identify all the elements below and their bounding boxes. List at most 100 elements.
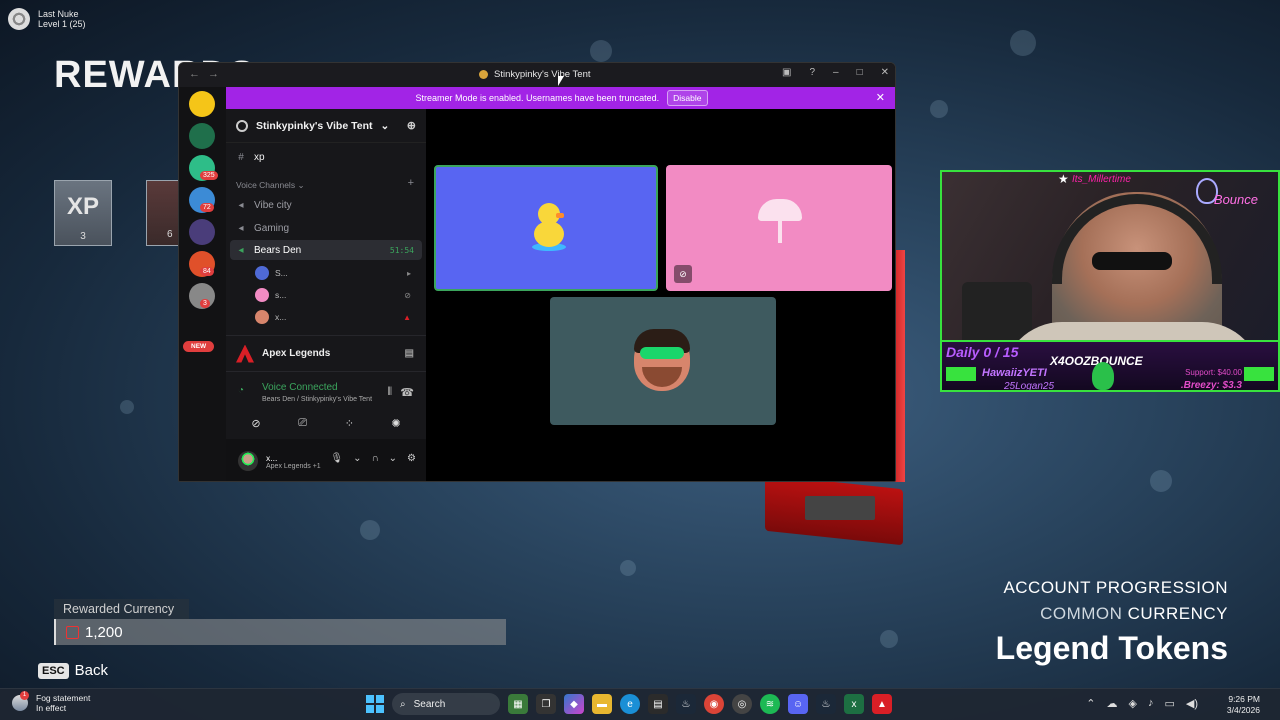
activity-panel[interactable]: Apex Legends ▤ [226, 335, 426, 371]
recent-follower-1: HawaiizYETI [982, 367, 1047, 379]
system-clock[interactable]: 9:26 PM 3/4/2026 [1227, 694, 1260, 716]
server-header[interactable]: Stinkypinky's Vibe Tent ⌄ ⊕ [226, 109, 426, 143]
voice-channel-gaming[interactable]: ◂ Gaming [226, 218, 426, 238]
frame-decoration [946, 367, 976, 381]
voice-category-label: Voice Channels [236, 180, 296, 190]
chat-app-icon[interactable]: ◎ [732, 694, 752, 714]
server-icon-fantasy[interactable] [189, 123, 215, 149]
widgets-icon[interactable]: ▦ [508, 694, 528, 714]
headphones-icon[interactable]: ∩ [371, 453, 378, 464]
camera-off-icon[interactable]: ⊘ [236, 412, 276, 434]
apex-legends-taskbar-icon[interactable]: ▲ [872, 694, 892, 714]
home-server-icon[interactable] [189, 91, 215, 117]
onedrive-icon[interactable]: ☁ [1107, 697, 1118, 710]
volume-icon[interactable]: ◀) [1186, 697, 1198, 710]
banner-close-icon[interactable]: ✕ [876, 91, 885, 104]
voice-user[interactable]: S... ▸ [255, 263, 415, 283]
snow-particle [930, 100, 948, 118]
task-view-icon[interactable]: ❐ [536, 694, 556, 714]
file-explorer-icon[interactable]: ▬ [592, 694, 612, 714]
participant-tile[interactable]: ⊘ [666, 165, 892, 291]
user-avatar[interactable] [238, 451, 258, 471]
maximize-icon[interactable]: □ [857, 67, 863, 78]
minimize-icon[interactable]: – [833, 67, 839, 78]
start-button[interactable] [366, 695, 384, 713]
chevron-down-icon[interactable]: ⌄ [353, 453, 361, 464]
participant-tile[interactable] [550, 297, 776, 425]
soundboard-icon[interactable]: ✺ [376, 412, 416, 434]
close-icon[interactable]: ✕ [881, 67, 889, 78]
game-overlay-icon[interactable]: ▤ [405, 348, 414, 359]
microphone-icon[interactable]: 🎙︎ [330, 453, 343, 464]
nvidia-icon[interactable]: ◈ [1129, 697, 1137, 710]
voice-user-name: x... [275, 312, 287, 322]
search-icon: ⌕ [400, 698, 406, 710]
weather-widget[interactable]: 1 Fog statement In effect [12, 691, 90, 713]
server-icon-4[interactable] [189, 219, 215, 245]
muted-icon: ⊘ [674, 265, 692, 283]
voice-channel-bears-den[interactable]: ◂ Bears Den 51:54 [230, 240, 422, 260]
steam-icon[interactable]: ♨ [676, 694, 696, 714]
spotify-icon[interactable]: ≋ [760, 694, 780, 714]
esc-key-hint: ESC [38, 662, 69, 679]
voice-connected-status[interactable]: Voice Connected [238, 382, 338, 393]
disconnect-icon[interactable]: ☎ [400, 386, 414, 399]
chrome-icon[interactable]: ◉ [704, 694, 724, 714]
store-icon[interactable]: ▤ [648, 694, 668, 714]
participant-tile-speaking[interactable] [434, 165, 658, 291]
excel-icon[interactable]: x [844, 694, 864, 714]
voice-user[interactable]: s... ⊘ [255, 285, 415, 305]
xp-reward-card[interactable]: XP 3 [54, 180, 112, 246]
match-level: Level 1 (25) [38, 19, 86, 29]
chevron-up-icon[interactable]: ⌃ [1086, 697, 1095, 710]
reward-card-2-count: 6 [167, 229, 173, 240]
window-titlebar[interactable]: ← → Stinkypinky's Vibe Tent ▣ ? – □ ✕ [179, 63, 895, 87]
help-icon[interactable]: ? [809, 67, 815, 78]
taskbar-search[interactable]: ⌕ Search [392, 693, 500, 715]
add-channel-icon[interactable]: + [408, 177, 414, 189]
copilot-icon[interactable]: ◆ [564, 694, 584, 714]
snow-particle [1010, 30, 1036, 56]
voice-category[interactable]: Voice Channels ⌄ [236, 180, 305, 191]
steam-2-icon[interactable]: ♨ [816, 694, 836, 714]
mic-tray-icon[interactable]: ♪ [1148, 697, 1154, 710]
speaker-icon: ◂ [238, 244, 244, 256]
voice-connected-location[interactable]: Bears Den / Stinkypinky's Vibe Tent [262, 396, 372, 403]
back-arrow-icon[interactable]: ← [189, 68, 200, 80]
reward-card-2[interactable]: 6 [146, 180, 180, 246]
server-name: Stinkypinky's Vibe Tent [256, 119, 373, 132]
user-name: x... [266, 452, 278, 463]
noise-suppression-icon[interactable]: ⫴ [387, 386, 392, 399]
new-pill: NEW [183, 341, 215, 352]
screen-share-icon[interactable]: ⎚ [283, 412, 323, 434]
match-title: Last Nuke [38, 9, 79, 19]
channel-xp[interactable]: # xp [226, 147, 426, 167]
gear-icon[interactable]: ⚙ [407, 453, 416, 464]
voice-user-name: S... [275, 268, 288, 278]
forward-arrow-icon[interactable]: → [208, 68, 219, 80]
legend-token-icon [66, 625, 79, 639]
discord-icon[interactable]: ☺ [788, 694, 808, 714]
network-icon[interactable]: ▭ [1164, 697, 1174, 710]
disable-streamer-mode-button[interactable]: Disable [667, 90, 708, 106]
back-button[interactable]: ESC Back [38, 662, 108, 679]
radiation-icon [8, 8, 30, 30]
activities-icon[interactable]: ⁘ [329, 412, 369, 434]
inbox-icon[interactable]: ▣ [782, 67, 791, 78]
apex-legends-icon [236, 344, 254, 363]
add-person-icon[interactable]: ⊕ [407, 119, 416, 132]
top-follower: Its_Millertime [1072, 174, 1131, 185]
edge-icon[interactable]: e [620, 694, 640, 714]
chevron-down-icon[interactable]: ⌄ [389, 453, 397, 464]
sunglasses [1092, 252, 1172, 270]
unread-badge: 72 [200, 203, 214, 212]
rewarded-currency: Rewarded Currency 1,200 [54, 599, 506, 645]
voice-user[interactable]: x... ▲ [255, 307, 415, 327]
avatar [255, 310, 269, 324]
voice-channel-vibe-city[interactable]: ◂ Vibe city [226, 195, 426, 215]
snow-particle [120, 400, 134, 414]
clock-time: 9:26 PM [1228, 694, 1260, 704]
unread-badge: 84 [200, 267, 214, 276]
rewarded-currency-value: 1,200 [85, 623, 123, 641]
back-label: Back [74, 662, 108, 679]
